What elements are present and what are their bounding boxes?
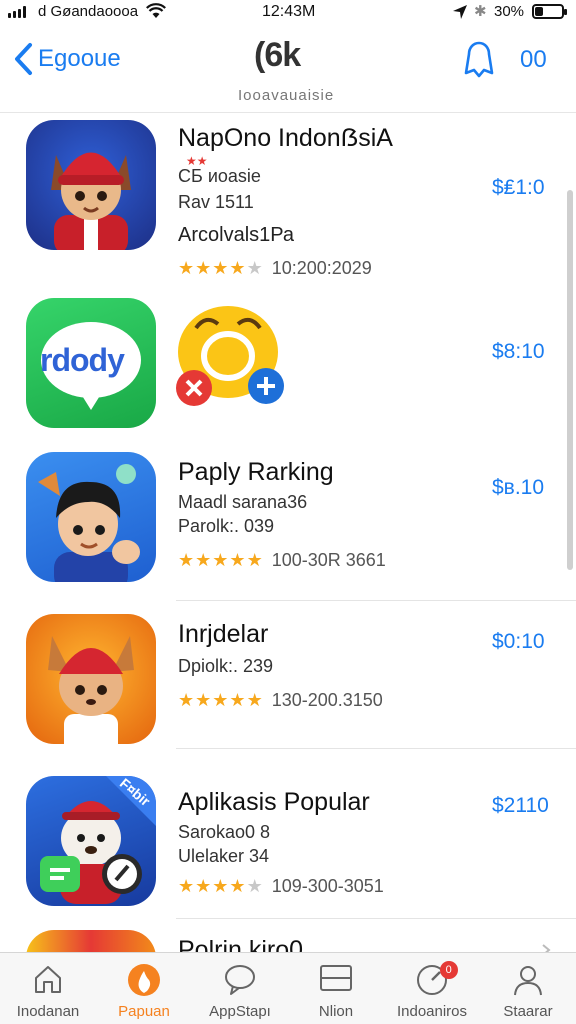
app-title: Aplikasis Popular [178, 788, 370, 816]
window-icon [320, 965, 352, 991]
star-icon: ★ [195, 876, 212, 896]
star-icon: ★ [229, 876, 246, 896]
store-logo: (6k [254, 36, 301, 74]
star-icon: ★ [212, 550, 229, 570]
app-info: Rav 1511 [178, 192, 254, 212]
flame-icon [128, 964, 160, 996]
home-icon [35, 966, 61, 993]
signal-icon [8, 6, 26, 18]
price-button[interactable]: $0:10 [492, 630, 545, 654]
app-info: Parolk:. 039 [178, 516, 275, 536]
battery-percent: 30% [494, 3, 525, 20]
star-rating: ★ ★ ★ ★ ★ 100-30R 3661 [178, 550, 386, 571]
tab-updates[interactable]: 0 Indoaniros [384, 953, 480, 1024]
bear-app-icon[interactable]: F¤bir [26, 776, 156, 906]
star-icon: ★ [212, 258, 229, 278]
tab-home[interactable]: Inodanan [0, 953, 96, 1024]
app-title: NapOno IndonẞsiA [178, 124, 393, 152]
star-icon: ★ [246, 550, 263, 570]
nav-divider [0, 112, 576, 113]
shield-badge-icon[interactable] [462, 40, 496, 80]
chevron-right-icon [542, 944, 551, 952]
tab-label: Inodanan [16, 1003, 80, 1020]
tab-label: Nlion [318, 1003, 354, 1020]
app-subtitle: Sarokao0 8 [178, 822, 271, 842]
star-icon: ★ [178, 690, 195, 710]
scrollbar[interactable] [567, 190, 573, 570]
tab-label: Indoaniros [396, 1003, 468, 1020]
star-icon: ★ [229, 690, 246, 710]
app-title: Paply Rarking [178, 458, 334, 486]
battery-icon [532, 4, 567, 19]
fox-orange-icon[interactable] [26, 614, 156, 744]
star-icon: ★ [246, 258, 263, 278]
wifi-icon [146, 3, 166, 18]
row-divider [176, 748, 576, 749]
battery-level [535, 7, 543, 16]
star-icon: ★ [229, 550, 246, 570]
price-button[interactable]: $₤1:0 [492, 176, 545, 200]
chat-bubble-icon[interactable]: rdody [26, 298, 156, 428]
tab-label: AppStapı [209, 1003, 271, 1020]
app-subtitle: СБ иoasie [178, 166, 261, 186]
tab-label: Staarar [503, 1003, 553, 1020]
chat-icon [225, 965, 255, 995]
tab-label: Papuan [118, 1003, 170, 1020]
star-icon: ★ [212, 876, 229, 896]
emoji-app-icon[interactable] [176, 300, 286, 410]
nav-right-button[interactable]: 00 [520, 46, 547, 74]
price-button[interactable]: $2110 [492, 794, 549, 818]
app-subtitle: Dpiolk:. 239 [178, 656, 274, 676]
app-subtitle: Maadl sarana36 [178, 492, 308, 512]
star-icon: ★ [229, 258, 246, 278]
tab-appstore[interactable]: AppStapı [192, 953, 288, 1024]
tab-bar: Inodanan Papuan AppStapı Nlion 0 Indoani… [0, 952, 576, 1024]
notification-badge: 0 [439, 961, 458, 979]
star-icon: ★ [178, 876, 195, 896]
chevron-left-icon [15, 43, 32, 75]
price-button[interactable]: $8:10 [492, 340, 545, 364]
tab-profile[interactable]: Staarar [480, 953, 576, 1024]
boy-avatar-icon[interactable] [26, 452, 156, 582]
navigation-bar: Egooue (6k Iooavauaisie 00 [0, 30, 576, 110]
clock: 12:43M [262, 3, 316, 20]
location-arrow-icon [453, 5, 467, 19]
star-icon: ★ [178, 550, 195, 570]
star-icon: ★ [212, 690, 229, 710]
star-icon: ★ [195, 550, 212, 570]
star-icon: ★ [195, 258, 212, 278]
star-icon: ★ [246, 876, 263, 896]
list-item[interactable]: Polrin kiro0 [0, 926, 576, 952]
star-rating: ★ ★ ★ ★ ★ 109-300-3051 [178, 876, 384, 897]
back-button[interactable]: Egooue [12, 42, 121, 76]
app-title: Inrjdelar [178, 620, 269, 648]
partial-app-icon[interactable] [26, 930, 156, 952]
bluetooth-icon: ✱ [474, 3, 487, 20]
status-bar: d Gøandaoooa 12:43M ✱ 30% [0, 0, 576, 26]
tab-popular[interactable]: Papuan [96, 953, 192, 1024]
tab-window[interactable]: Nlion [288, 953, 384, 1024]
carrier-name: d Gøandaoooa [38, 3, 139, 20]
price-button[interactable]: $в.10 [492, 476, 544, 500]
app-title: Polrin kiro0 [178, 936, 304, 952]
star-icon: ★ [178, 258, 195, 278]
app-developer: Arcolvals1Ра [178, 224, 295, 246]
star-icon: ★ [195, 690, 212, 710]
review-count: 10:200:2029 [271, 258, 372, 278]
review-count: 109-300-3051 [271, 876, 384, 896]
person-icon [514, 966, 542, 996]
review-count: 130-200.3150 [271, 690, 383, 710]
star-rating: ★ ★ ★ ★ ★ 10:200:2029 [178, 258, 372, 279]
star-rating: ★ ★ ★ ★ ★ 130-200.3150 [178, 690, 383, 711]
review-count: 100-30R 3661 [271, 550, 386, 570]
row-divider [176, 918, 576, 919]
page-subtitle: Iooavauaisie [238, 87, 335, 104]
row-divider [176, 600, 576, 601]
app-info: Ulelaker 34 [178, 846, 270, 866]
back-label: Egooue [38, 45, 121, 72]
star-icon: ★ [246, 690, 263, 710]
chat-bubble-text: rdody [40, 342, 125, 378]
fox-red-hat-icon[interactable] [26, 120, 156, 250]
